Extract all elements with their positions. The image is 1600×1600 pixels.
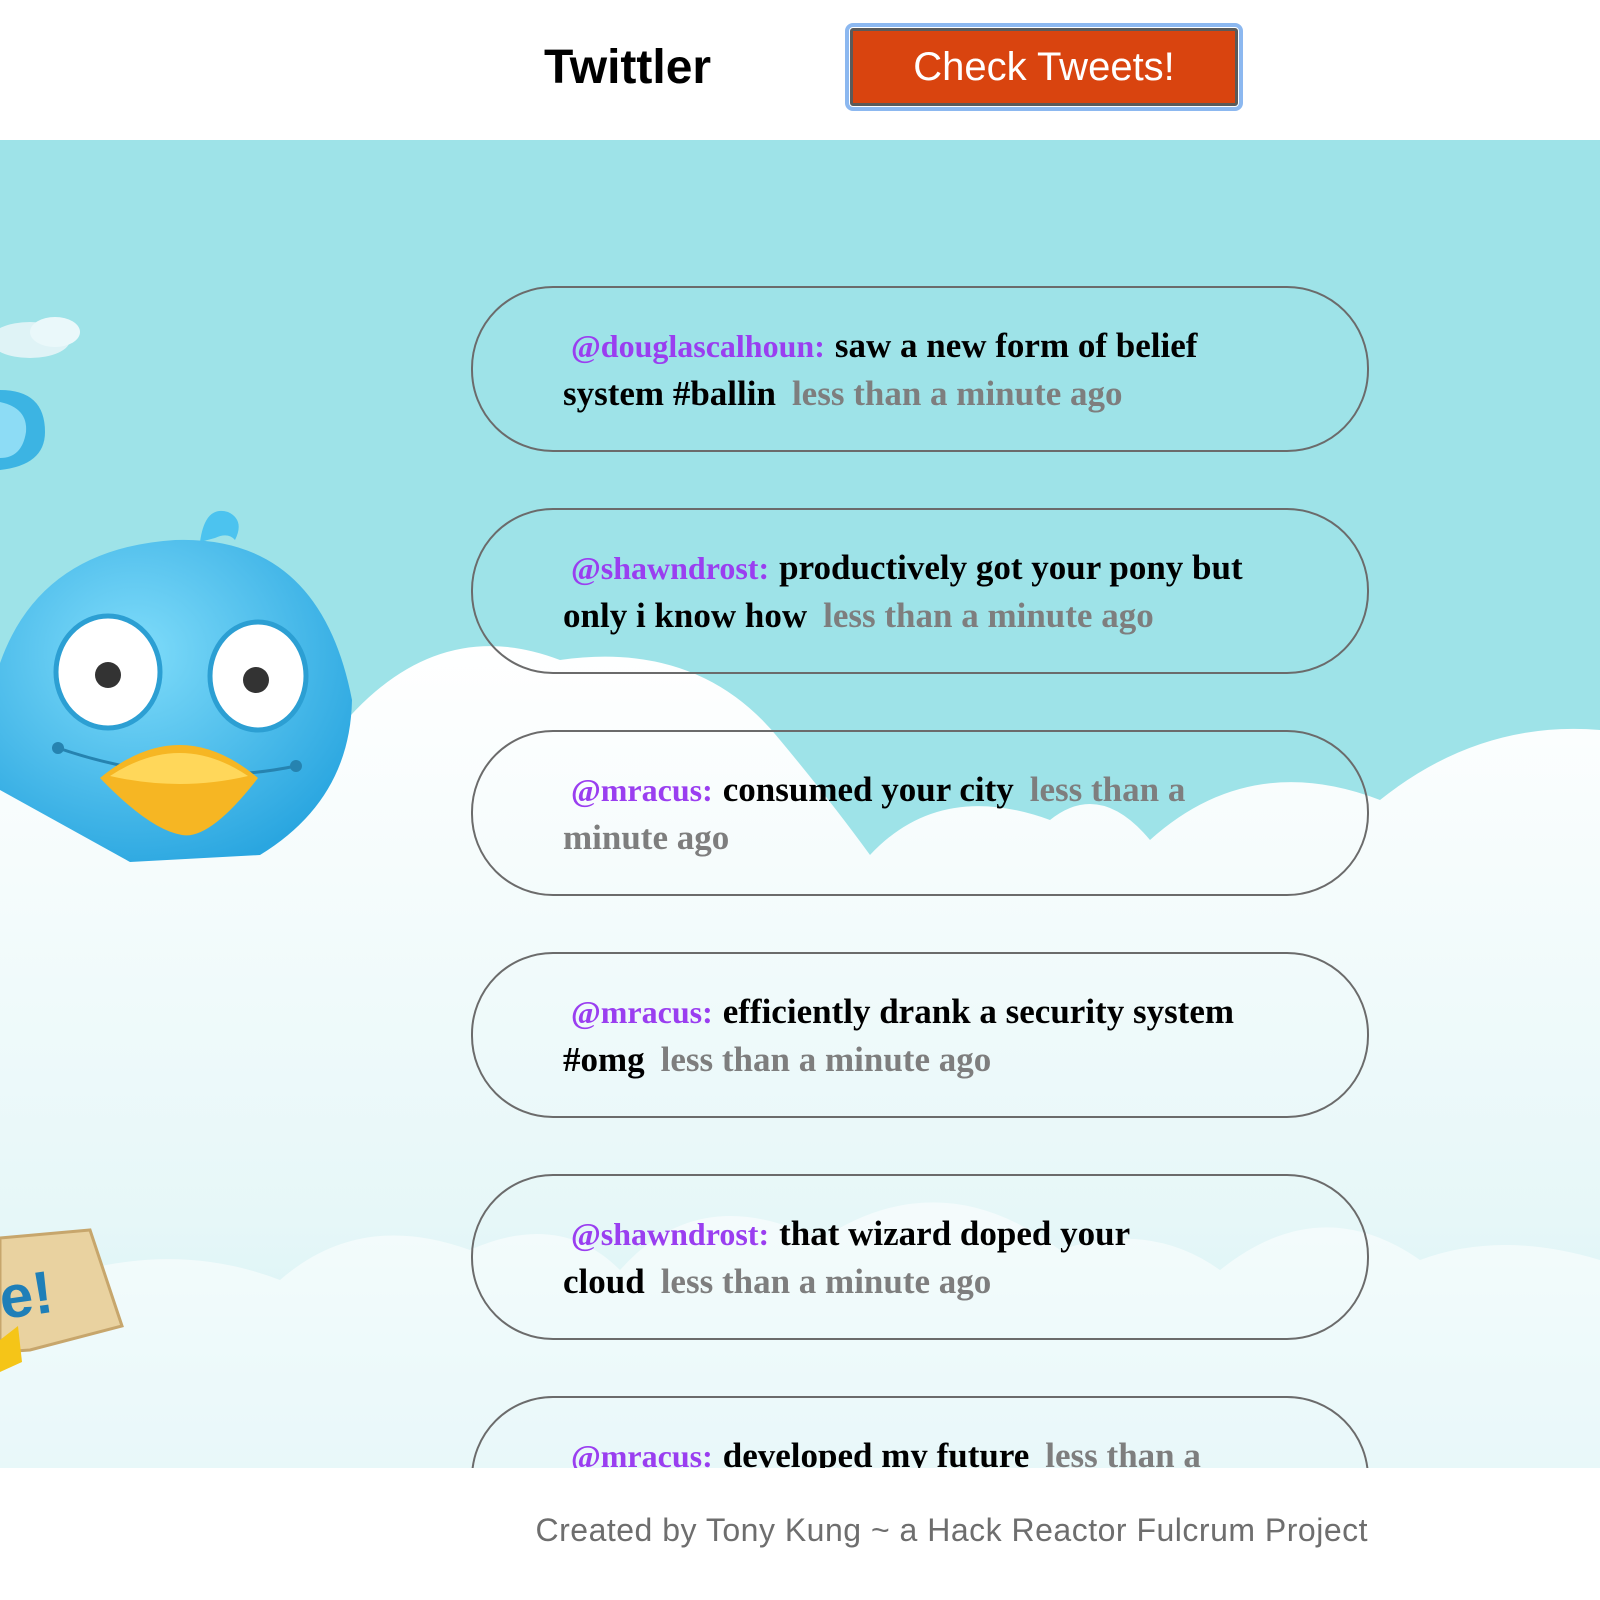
tweet-timestamp: less than a minute ago bbox=[660, 1040, 992, 1079]
tweet-text: consumed your city bbox=[722, 770, 1014, 809]
balloon-icon bbox=[0, 390, 45, 470]
tweet-handle[interactable]: @mracus: bbox=[563, 1438, 713, 1468]
tweet-handle[interactable]: @mracus: bbox=[563, 772, 713, 808]
tweet-handle[interactable]: @shawndrost: bbox=[563, 1216, 769, 1252]
tweet-card: @shawndrost: that wizard doped your cloud… bbox=[471, 1174, 1369, 1340]
check-tweets-button[interactable]: Check Tweets! bbox=[845, 23, 1243, 111]
sign-text: e! bbox=[0, 1258, 57, 1332]
app-title: Twittler bbox=[544, 41, 712, 94]
tweet-card: @mracus:developed my futureless than a m… bbox=[471, 1396, 1369, 1468]
tweet-timestamp: less than a minute ago bbox=[660, 1262, 992, 1301]
tweet-card: @douglascalhoun: saw a new form of belief… bbox=[471, 286, 1369, 452]
tweet-handle[interactable]: @douglascalhoun: bbox=[563, 328, 825, 364]
tweet-handle[interactable]: @mracus: bbox=[563, 994, 713, 1030]
tweet-timestamp: less than a minute ago bbox=[823, 596, 1154, 635]
footer-credit: Created by Tony Kung ~ a Hack Reactor Fu… bbox=[535, 1512, 1368, 1548]
tweet-timestamp: less than a minute ago bbox=[791, 374, 1123, 413]
tweet-stage: e! @douglascalhoun: saw a new form of bel… bbox=[0, 140, 1600, 1468]
tweet-list: @douglascalhoun: saw a new form of belief… bbox=[471, 286, 1369, 1468]
tweet-handle[interactable]: @shawndrost: bbox=[563, 550, 769, 586]
bird-mascot-icon bbox=[0, 510, 352, 862]
header: Twittler Check Tweets! bbox=[0, 0, 1600, 140]
footer: Created by Tony Kung ~ a Hack Reactor Fu… bbox=[0, 1468, 1600, 1600]
small-cloud-icon bbox=[0, 317, 80, 358]
tweet-text: developed my future bbox=[722, 1436, 1030, 1468]
tweet-card: @shawndrost: productively got your pony b… bbox=[471, 508, 1369, 674]
tweet-card: @mracus: consumed your city less than a mi… bbox=[471, 730, 1369, 896]
tweet-card: @mracus: efficiently drank a security sys… bbox=[471, 952, 1369, 1118]
